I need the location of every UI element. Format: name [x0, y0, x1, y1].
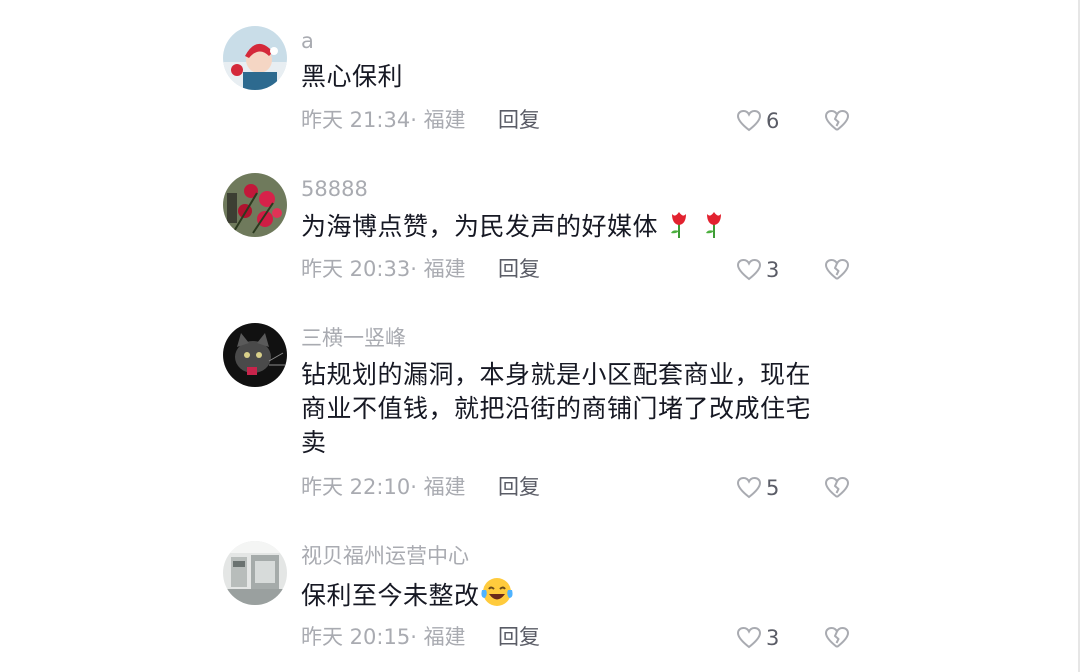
comment-text: 保利至今未整改 — [301, 576, 841, 617]
heart-icon — [736, 109, 762, 132]
like-button[interactable]: 3 — [736, 624, 779, 652]
user-avatar[interactable] — [223, 26, 287, 90]
comment-location: 福建 — [423, 475, 466, 499]
comment-time: 昨天 20:15 — [301, 625, 411, 649]
comment-text-line: 钻规划的漏洞，本身就是小区配套商业，现在 — [301, 360, 812, 389]
user-avatar[interactable] — [223, 323, 287, 387]
like-count: 3 — [766, 626, 780, 650]
meta-separator: · — [410, 108, 424, 132]
user-avatar[interactable] — [223, 173, 287, 237]
comment-meta: 昨天 20:15· 福建 — [301, 623, 466, 651]
like-count: 3 — [766, 258, 780, 282]
comment-location: 福建 — [423, 257, 466, 281]
comment-username[interactable]: 视贝福州运营中心 — [301, 543, 469, 569]
reply-button[interactable]: 回复 — [498, 255, 540, 283]
comment-text-content: 为海博点赞，为民发声的好媒体 — [301, 212, 659, 241]
comment-username[interactable]: 三横一竖峰 — [301, 325, 406, 351]
reply-button[interactable]: 回复 — [498, 106, 540, 134]
broken-heart-icon — [825, 627, 849, 648]
rose-emoji — [701, 209, 727, 248]
reply-button[interactable]: 回复 — [498, 473, 540, 501]
comment-meta: 昨天 21:34· 福建 — [301, 106, 466, 134]
heart-icon — [736, 258, 762, 281]
comment-text: 钻规划的漏洞，本身就是小区配套商业，现在 商业不值钱，就把沿街的商铺门堵了改成住… — [301, 358, 841, 460]
meta-separator: · — [410, 475, 424, 499]
laugh-crying-emoji — [480, 576, 514, 617]
comment-location: 福建 — [423, 625, 466, 649]
rose-emoji — [666, 209, 692, 248]
comment-text: 为海博点赞，为民发声的好媒体 — [301, 209, 841, 248]
meta-separator: · — [410, 625, 424, 649]
broken-heart-icon — [825, 110, 849, 131]
like-button[interactable]: 3 — [736, 256, 779, 284]
heart-icon — [736, 626, 762, 649]
comment-text-content: 保利至今未整改 — [301, 581, 480, 610]
like-button[interactable]: 6 — [736, 107, 779, 135]
broken-heart-icon — [825, 477, 849, 498]
comment-text: 黑心保利 — [301, 62, 404, 91]
reply-button[interactable]: 回复 — [498, 623, 540, 651]
dislike-button[interactable] — [824, 474, 850, 502]
comment-time: 昨天 21:34 — [301, 108, 411, 132]
like-count: 6 — [766, 109, 780, 133]
user-avatar[interactable] — [223, 541, 287, 605]
meta-separator: · — [410, 257, 424, 281]
comment-text-line: 商业不值钱，就把沿街的商铺门堵了改成住宅 — [301, 394, 812, 423]
comment-meta: 昨天 22:10· 福建 — [301, 473, 466, 501]
comment-time: 昨天 20:33 — [301, 257, 411, 281]
comment-meta: 昨天 20:33· 福建 — [301, 255, 466, 283]
heart-icon — [736, 476, 762, 499]
dislike-button[interactable] — [824, 107, 850, 135]
dislike-button[interactable] — [824, 256, 850, 284]
like-button[interactable]: 5 — [736, 474, 779, 502]
like-count: 5 — [766, 476, 780, 500]
comment-location: 福建 — [423, 108, 466, 132]
broken-heart-icon — [825, 259, 849, 280]
comment-time: 昨天 22:10 — [301, 475, 411, 499]
comment-text-line: 卖 — [301, 428, 327, 457]
comment-username[interactable]: a — [301, 28, 314, 54]
comment-username[interactable]: 58888 — [301, 176, 368, 202]
dislike-button[interactable] — [824, 624, 850, 652]
